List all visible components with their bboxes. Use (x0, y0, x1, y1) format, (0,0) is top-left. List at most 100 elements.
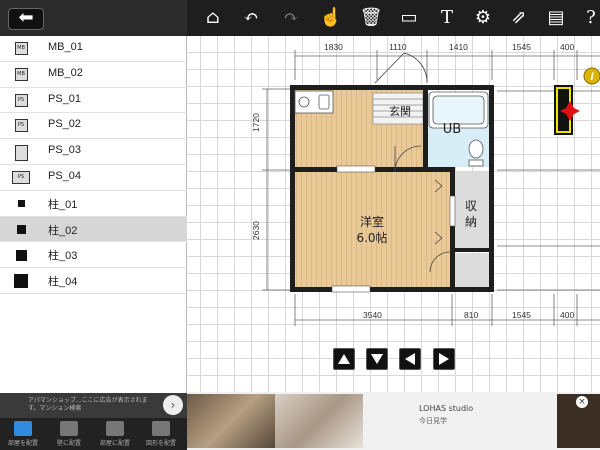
tab-wall[interactable]: 壁に配置 (46, 418, 92, 450)
part-item[interactable]: MB MB_02 (0, 62, 187, 88)
dim-bottom-4: 400 (560, 310, 574, 320)
placement-tabs: 部屋を配置 壁に配置 部屋に配置 図形を配置 (0, 418, 187, 450)
entrance-label: 玄関 (389, 104, 411, 118)
ad-next-icon[interactable]: › (163, 395, 183, 415)
dim-bottom-2: 810 (464, 310, 478, 320)
info-badge-text: i (590, 72, 594, 83)
part-item[interactable]: PS PS_02 (0, 113, 187, 140)
tab-room[interactable]: 部屋を配置 (0, 418, 46, 450)
part-label: MB_02 (48, 66, 83, 79)
dim-top-2: 1110 (389, 42, 407, 52)
part-thumbnail-icon: PS (12, 118, 30, 134)
measure-icon[interactable]: ▭ (395, 5, 423, 31)
dimension-lines-left (262, 88, 292, 291)
ad-subtitle: 今日見学 (419, 417, 447, 425)
part-thumbnail-icon: MB (12, 41, 30, 57)
furniture-icon (106, 421, 124, 436)
room-label-1: 洋室 (360, 214, 384, 229)
move-right-button[interactable] (433, 348, 455, 370)
part-item[interactable]: PS PS_04 (0, 165, 187, 191)
redo-icon[interactable]: ↷ (277, 5, 305, 31)
room-label-2: 6.0帖 (356, 230, 387, 245)
part-thumbnail-icon: MB (12, 67, 30, 83)
back-button[interactable]: ⬅ (8, 8, 44, 30)
tab-label: 図形を配置 (145, 441, 176, 447)
part-thumbnail-icon (12, 144, 30, 162)
tab-furniture[interactable]: 部屋に配置 (92, 418, 138, 450)
dim-left-2: 2630 (251, 221, 261, 240)
left-ad-banner[interactable]: アパマンショップ...ここに広告が表示されます。マンション検索 › (0, 393, 187, 418)
dim-left-1: 1720 (251, 113, 261, 132)
parts-panel: ⬅ MB MB_01 MB MB_02 PS PS_01 PS PS_02 PS_03 PS PS_… (0, 0, 187, 450)
panel-header: ⬅ (0, 0, 187, 36)
dimension-lines-top (294, 50, 600, 80)
share-icon[interactable]: ⇗ (505, 5, 533, 31)
ad-title: LOHAS studio (419, 404, 474, 413)
part-label: MB_01 (48, 41, 83, 53)
part-thumbnail-icon (12, 247, 30, 263)
part-item[interactable]: 柱_03 (0, 242, 187, 269)
part-label: 柱_02 (48, 224, 78, 237)
dim-bottom-3: 1545 (512, 310, 531, 320)
dim-top-3: 1410 (449, 42, 468, 52)
part-thumbnail-icon: PS (12, 170, 30, 186)
kitchen-counter[interactable] (294, 90, 334, 114)
part-label: PS_03 (48, 144, 82, 157)
part-thumbnail-icon (12, 222, 30, 238)
move-down-button[interactable] (366, 348, 388, 370)
text-icon[interactable]: T (433, 5, 461, 31)
help-icon[interactable]: ? (577, 5, 600, 31)
tab-label: 壁に配置 (56, 441, 81, 447)
toolbar: ⌂ ↶ ↷ ☝ 🗑 ▭ T ⚙ ⇗ ▤? (187, 0, 600, 36)
part-label: 柱_01 (48, 198, 78, 211)
floorplan-drawing: 1830 1110 1410 1545 400 1720 2630 3540 8… (251, 42, 600, 326)
shape-icon (152, 421, 170, 436)
part-label: 柱_04 (48, 276, 78, 289)
storage-label-2: 納 (465, 215, 477, 229)
move-up-button[interactable] (333, 348, 355, 370)
floorplan-icon[interactable]: ▤ (542, 5, 570, 31)
part-item[interactable]: 柱_04 (0, 268, 187, 294)
selected-pillar[interactable]: i (554, 67, 600, 135)
dimension-lines-bottom (294, 294, 600, 326)
part-item[interactable]: MB MB_01 (0, 36, 187, 62)
tab-label: 部屋に配置 (99, 441, 130, 447)
dim-top-5: 400 (560, 42, 574, 52)
part-thumbnail-icon (12, 196, 30, 212)
dim-top-4: 1545 (512, 42, 531, 52)
move-left-button[interactable] (399, 348, 421, 370)
part-item[interactable]: 柱_02 (0, 216, 187, 243)
undo-icon[interactable]: ↶ (237, 5, 265, 31)
tab-label: 部屋を配置 (7, 441, 38, 447)
trash-icon[interactable]: 🗑 (357, 5, 385, 31)
closet-floor[interactable] (454, 253, 490, 289)
bottom-ad-banner[interactable]: LOHAS studio 今日見学 × (187, 392, 600, 450)
tab-shape[interactable]: 図形を配置 (138, 418, 184, 450)
floorplan-canvas[interactable]: 1830 1110 1410 1545 400 1720 2630 3540 8… (187, 36, 600, 392)
part-item[interactable]: PS_03 (0, 139, 187, 165)
select-icon[interactable]: ☝ (317, 5, 345, 31)
left-ad-text: アパマンショップ...ここに広告が表示されます。マンション検索 (28, 397, 148, 412)
back-arrow-icon: ⬅ (18, 7, 34, 28)
parts-list: MB MB_01 MB MB_02 PS PS_01 PS PS_02 PS_03 PS PS_04… (0, 36, 187, 294)
home-icon[interactable]: ⌂ (199, 5, 227, 31)
wall-icon (60, 421, 78, 436)
settings-icon[interactable]: ⚙ (469, 5, 497, 31)
room-icon (14, 421, 32, 436)
part-thumbnail-icon (12, 273, 30, 289)
part-label: PS_02 (48, 118, 82, 131)
western-room-floor[interactable] (294, 172, 451, 288)
part-item[interactable]: PS PS_01 (0, 88, 187, 114)
part-label: 柱_03 (48, 250, 78, 263)
part-item[interactable]: 柱_01 (0, 191, 187, 217)
part-thumbnail-icon: PS (12, 93, 30, 109)
ad-image-2 (275, 394, 363, 448)
ad-image-1 (187, 394, 275, 448)
part-label: PS_04 (48, 169, 82, 182)
dim-bottom-1: 3540 (363, 310, 382, 320)
bath-label: UB (443, 122, 461, 137)
dim-top-1: 1830 (324, 42, 343, 52)
storage-label-1: 収 (465, 199, 477, 213)
part-label: PS_01 (48, 92, 82, 105)
ad-close-icon[interactable]: × (576, 396, 588, 408)
